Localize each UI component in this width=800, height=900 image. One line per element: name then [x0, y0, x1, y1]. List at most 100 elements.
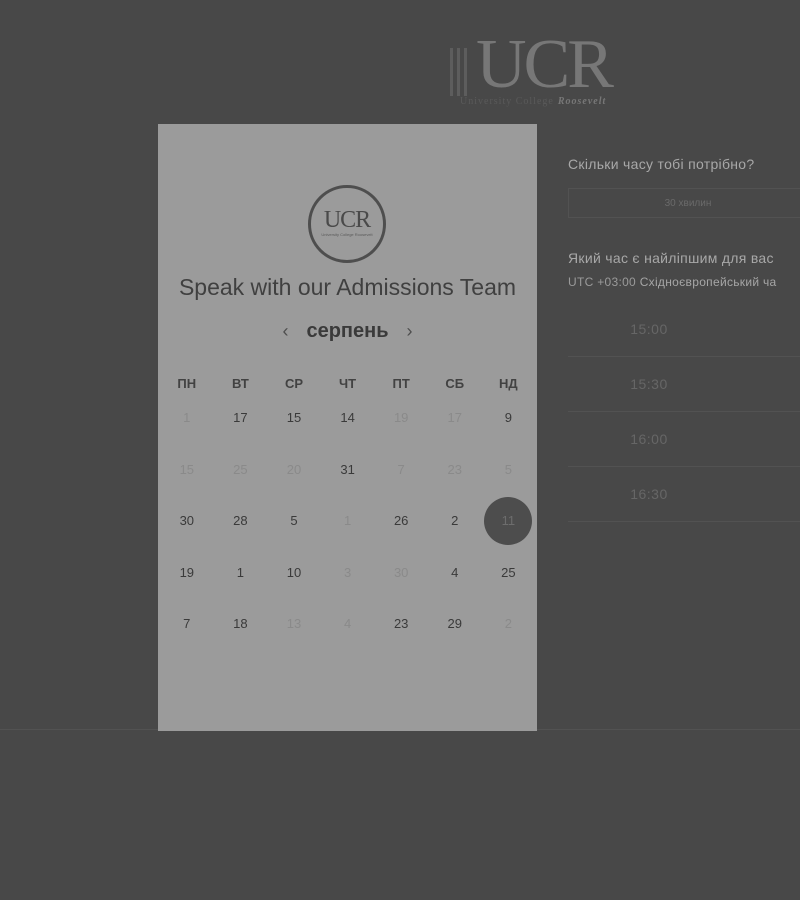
- logo-subtitle: University College Roosevelt: [460, 96, 607, 107]
- page-title: Speak with our Admissions Team: [178, 274, 517, 300]
- calendar-day[interactable]: 26: [374, 495, 428, 547]
- calendar-day: 5: [482, 444, 536, 496]
- chevron-left-icon[interactable]: ‹: [274, 321, 296, 342]
- calendar-day-number: 7: [183, 616, 191, 632]
- calendar-day-number: 18: [233, 616, 248, 632]
- calendar-day-number: 30: [393, 564, 409, 580]
- calendar-day[interactable]: 10: [267, 547, 321, 599]
- calendar-day-number: 1: [183, 410, 191, 426]
- duration-select-button[interactable]: 30 хвилин: [568, 188, 800, 218]
- ucr-round-logo: UCR University College Roosevelt: [308, 185, 386, 263]
- calendar-day: 20: [267, 444, 321, 496]
- calendar-day[interactable]: 23: [374, 598, 428, 650]
- round-logo-letters: UCR: [323, 207, 371, 233]
- month-navigation: ‹ серпень ›: [158, 320, 537, 343]
- calendar-day-number: 25: [501, 564, 516, 580]
- calendar-day-number: 29: [447, 616, 462, 632]
- weekday-label: ПН: [177, 376, 197, 391]
- time-slot-button[interactable]: 16:00: [568, 412, 800, 467]
- calendar-day: 19: [374, 392, 428, 444]
- calendar-day[interactable]: 9: [482, 392, 536, 444]
- booking-page: UCR University College Roosevelt UCR Univ…: [0, 0, 800, 900]
- time-slot-button[interactable]: 15:30: [568, 357, 800, 412]
- calendar-day-number: 15: [286, 410, 302, 426]
- calendar-day-number: 28: [233, 513, 248, 529]
- calendar-day-number: 1: [343, 513, 352, 529]
- calendar-day: 4: [321, 598, 375, 650]
- calendar-day-selected[interactable]: 11: [482, 495, 536, 547]
- calendar-day: 3: [321, 547, 375, 599]
- calendar-day-number: 2: [451, 513, 459, 529]
- calendar-day-number: 5: [504, 461, 512, 477]
- calendar-day-number: 2: [504, 616, 512, 632]
- calendar-day[interactable]: 14: [321, 392, 375, 444]
- calendar-day: 2: [482, 598, 536, 650]
- calendar-card: UCR University College Roosevelt Speak w…: [158, 124, 537, 731]
- calendar-day-number: 14: [340, 410, 355, 426]
- calendar-day: 25: [214, 444, 268, 496]
- calendar-day-number: 10: [286, 564, 302, 580]
- calendar-day-number: 17: [447, 410, 462, 426]
- weekday-label: НД: [499, 376, 518, 391]
- calendar-day: 15: [160, 444, 214, 496]
- chevron-right-icon[interactable]: ›: [399, 321, 421, 342]
- time-slot-button[interactable]: 16:30: [568, 467, 800, 522]
- calendar-day[interactable]: 7: [160, 598, 214, 650]
- calendar-day[interactable]: 29: [428, 598, 482, 650]
- calendar-day-number: 23: [447, 461, 462, 477]
- calendar-day[interactable]: 28: [214, 495, 268, 547]
- time-slot-list: 15:00 15:30 16:00 16:30: [568, 302, 800, 522]
- calendar-day: 23: [428, 444, 482, 496]
- calendar-day-number: 4: [451, 564, 459, 580]
- calendar-day-number: 19: [393, 410, 409, 426]
- calendar-day-number: 13: [286, 616, 302, 632]
- calendar-day-number: 1: [236, 564, 244, 580]
- calendar-day-number: 31: [340, 461, 355, 477]
- calendar-day-number: 20: [286, 461, 302, 477]
- calendar-day[interactable]: 30: [160, 495, 214, 547]
- calendar-day[interactable]: 18: [214, 598, 268, 650]
- calendar-day-number: 7: [397, 461, 405, 477]
- weekday-label: ПТ: [392, 376, 410, 391]
- weekday-label: ВТ: [231, 376, 249, 391]
- timezone-label[interactable]: UTC +03:00 Східноєвропейський ча: [568, 275, 777, 289]
- calendar-day-number: 26: [393, 513, 409, 529]
- time-slot-button[interactable]: 15:00: [568, 302, 800, 357]
- calendar-day[interactable]: 2: [428, 495, 482, 547]
- calendar-day-number: 25: [233, 461, 248, 477]
- calendar-day[interactable]: 4: [428, 547, 482, 599]
- month-label: серпень: [306, 320, 389, 342]
- calendar-day[interactable]: 25: [482, 547, 536, 599]
- ucr-header-logo: UCR University College Roosevelt: [448, 30, 638, 112]
- weekday-label: ЧТ: [339, 376, 357, 391]
- calendar-day[interactable]: 15: [267, 392, 321, 444]
- calendar-day-number: 11: [501, 513, 516, 529]
- time-question: Який час є найліпшим для вас: [568, 250, 774, 266]
- calendar-day-number: 30: [179, 513, 195, 529]
- duration-question: Скільки часу тобі потрібно?: [568, 156, 755, 172]
- calendar-day: 17: [428, 392, 482, 444]
- calendar-day[interactable]: 17: [214, 392, 268, 444]
- columns-logo-mark: [448, 48, 474, 96]
- weekday-label: СР: [284, 376, 304, 391]
- calendar-grid: 1 17 15 14 19 17 9 15 25 20 31 7 23 5 30 28 5 1 26 2 11 19 1 10…: [160, 392, 535, 650]
- calendar-day[interactable]: 31: [321, 444, 375, 496]
- divider: [0, 729, 158, 730]
- calendar-day: 1: [321, 495, 375, 547]
- logo-letters: UCR: [476, 26, 614, 103]
- calendar-day: 1: [160, 392, 214, 444]
- calendar-day-number: 19: [179, 564, 195, 580]
- calendar-day: 13: [267, 598, 321, 650]
- calendar-day[interactable]: 5: [267, 495, 321, 547]
- weekday-header: ПН ВТ СР ЧТ ПТ СБ НД: [160, 376, 535, 391]
- calendar-day[interactable]: 1: [214, 547, 268, 599]
- calendar-day-number: 17: [233, 410, 248, 426]
- calendar-day-number: 23: [393, 616, 409, 632]
- calendar-day-number: 5: [290, 513, 298, 529]
- round-logo-subtitle: University College Roosevelt: [321, 232, 373, 237]
- weekday-label: СБ: [445, 376, 465, 391]
- calendar-day[interactable]: 19: [160, 547, 214, 599]
- calendar-day-number: 15: [179, 461, 195, 477]
- calendar-day-number: 3: [343, 564, 352, 580]
- divider: [537, 729, 800, 730]
